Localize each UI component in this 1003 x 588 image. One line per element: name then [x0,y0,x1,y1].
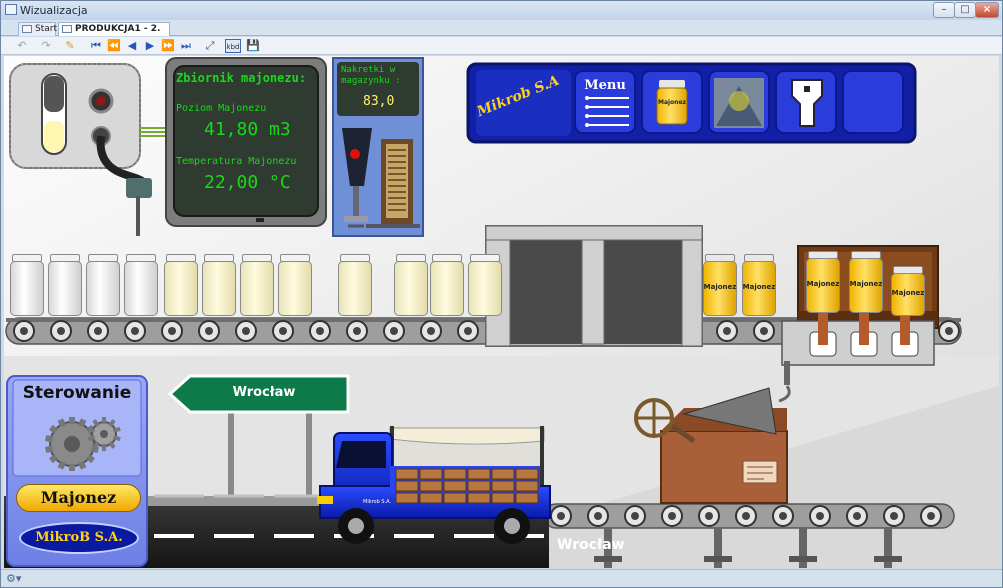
application-window: Wizualizacja – □ × Start PRODUKCJA1 - 2.… [0,0,1003,588]
window-title: Wizualizacja [20,4,88,17]
keyboard-icon[interactable]: kbd [225,39,241,53]
menu-button[interactable]: Menu [572,78,638,93]
filling-station [485,225,703,347]
machine-nav-button[interactable] [709,71,769,133]
tank-level-value: 41,80 m3 [204,119,291,140]
document-tabs: Start PRODUKCJA1 - 2. Majonez ✕ [1,20,1002,51]
toolbar: ↶ ↷ ✎ ⏮ ⏪ ◀ ▶ ⏩ ⏭ ⤢ kbd 💾 [1,37,1002,55]
back-icon[interactable]: ↶ [15,39,29,53]
page-icon [22,25,32,33]
crate [467,492,491,504]
roller [550,505,572,527]
crate [491,468,515,480]
control-title: Sterowanie [22,383,132,403]
roller [846,505,868,527]
crate [515,468,539,480]
forward-icon[interactable]: ↷ [39,39,53,53]
prev-page-icon[interactable]: ◀ [125,39,139,53]
majonez-button[interactable]: Majonez [16,484,141,512]
roller [309,320,331,342]
fullscreen-icon[interactable]: ⤢ [203,39,217,53]
roller [920,505,942,527]
roller [624,505,646,527]
roller [124,320,146,342]
title-bar: Wizualizacja – □ × [1,1,1002,20]
crate [395,480,419,492]
minimize-button[interactable]: – [933,2,955,18]
tab-produkcja[interactable]: PRODUKCJA1 - 2. Majonez [58,22,170,47]
next-page-icon[interactable]: ▶ [143,39,157,53]
roller [87,320,109,342]
close-button[interactable]: × [975,2,999,18]
maximize-button[interactable]: □ [954,2,976,18]
roller [753,320,775,342]
crate [419,468,443,480]
truck-label: Mikrob S.A. [363,499,392,505]
crate [515,492,539,504]
roller [50,320,72,342]
status-tool-icon[interactable]: ⚙▾ [6,572,21,585]
status-bar: ⚙▾ [1,569,1002,587]
jar-nav-button[interactable] [642,71,702,133]
crate [443,492,467,504]
crate [395,468,419,480]
company-button[interactable]: MikroB S.A. [19,522,139,554]
caps-label-line2: magazynku : [341,76,401,86]
crate [467,468,491,480]
roller [457,320,479,342]
page-icon [62,25,72,33]
roller [661,505,683,527]
roller [161,320,183,342]
roller [198,320,220,342]
roller [883,505,905,527]
roller [235,320,257,342]
roller [809,505,831,527]
crate [491,492,515,504]
caps-value: 83,0 [363,94,395,109]
first-page-icon[interactable]: ⏮ [89,39,103,53]
roller [346,320,368,342]
roller [420,320,442,342]
tank-panel: Zbiornik majonezu: Poziom Majonezu 41,80… [176,71,321,193]
tab-label: Start [35,24,57,34]
roller [272,320,294,342]
fast-forward-icon[interactable]: ⏩ [161,39,175,53]
tank-level-label: Poziom Majonezu [176,103,267,114]
bookmark-icon[interactable]: ✎ [63,39,77,53]
caps-label-line1: Nakretki w [341,65,396,75]
crate [419,492,443,504]
crate [443,480,467,492]
tank-title: Zbiornik majonezu: [176,71,307,85]
roller [383,320,405,342]
last-page-icon[interactable]: ⏭ [179,39,193,53]
crate [515,480,539,492]
sign-city: Wrocław [232,385,296,400]
visualization-canvas: Zbiornik majonezu: Poziom Majonezu 41,80… [4,56,999,568]
crate [419,480,443,492]
save-icon[interactable]: 💾 [246,39,260,53]
caps-readout: Nakretki w magazynku : 83,0 [341,65,421,109]
rewind-icon[interactable]: ⏪ [107,39,121,53]
roller [716,320,738,342]
roller [587,505,609,527]
app-icon [5,4,17,15]
crate [443,468,467,480]
empty-nav-button[interactable] [843,71,903,133]
roller [938,320,960,342]
schematic-nav-button[interactable] [776,71,836,133]
tab-start[interactable]: Start [18,22,57,36]
crate [491,480,515,492]
roller [735,505,757,527]
tank-temp-value: 22,00 °C [204,172,291,193]
roller [772,505,794,527]
tank-temp-label: Temperatura Majonezu [176,156,297,167]
conveyor-label: Wrocław [557,537,625,553]
roller [698,505,720,527]
crate [467,480,491,492]
roller [13,320,35,342]
